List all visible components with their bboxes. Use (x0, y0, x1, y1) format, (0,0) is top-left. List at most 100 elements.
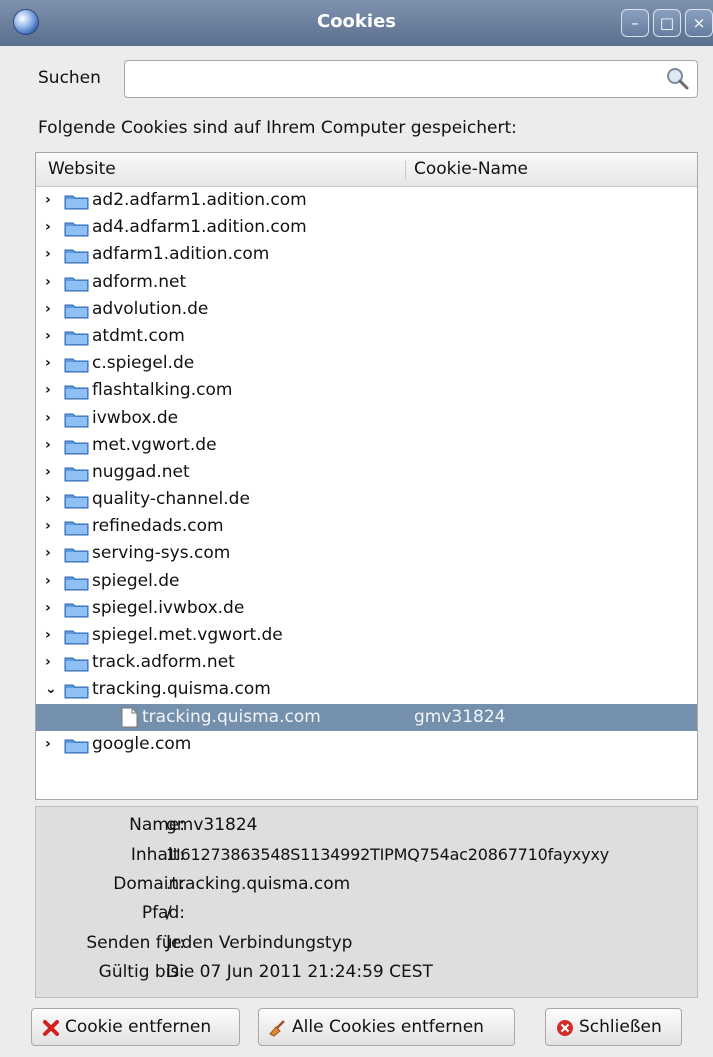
folder-icon (64, 274, 89, 292)
remove-cookie-label: Cookie entfernen (65, 1017, 212, 1037)
site-name: refinedads.com (92, 516, 224, 537)
site-name: adfarm1.adition.com (92, 244, 270, 265)
cookie-name: gmv31824 (414, 706, 506, 727)
tree-row[interactable]: › quality-channel.de (36, 486, 697, 513)
title-bar: Cookies – □ × (0, 0, 713, 46)
close-circle-icon (557, 1020, 573, 1036)
close-icon[interactable]: × (685, 9, 713, 37)
chevron-right-icon[interactable]: › (45, 513, 57, 540)
chevron-right-icon[interactable]: › (45, 187, 57, 214)
folder-icon (64, 219, 89, 237)
tree-row[interactable]: › ad2.adfarm1.adition.com (36, 187, 697, 214)
tree-row[interactable]: › met.vgwort.de (36, 432, 697, 459)
chevron-right-icon[interactable]: › (45, 405, 57, 432)
site-name: c.spiegel.de (92, 353, 195, 374)
tree-row[interactable]: › spiegel.ivwbox.de (36, 595, 697, 622)
close-button-label: Schließen (579, 1017, 662, 1037)
site-name: spiegel.ivwbox.de (92, 597, 245, 618)
chevron-right-icon[interactable]: › (45, 214, 57, 241)
chevron-down-icon[interactable]: ⌄ (45, 676, 57, 703)
tree-row[interactable]: ⌄ tracking.quisma.com (36, 676, 697, 703)
folder-icon (64, 627, 89, 645)
tree-row[interactable]: › spiegel.met.vgwort.de (36, 622, 697, 649)
chevron-right-icon[interactable]: › (45, 377, 57, 404)
site-name: met.vgwort.de (92, 434, 217, 455)
tree-row[interactable]: › advolution.de (36, 296, 697, 323)
folder-icon (64, 600, 89, 618)
window-title: Cookies (316, 11, 396, 32)
column-separator (405, 161, 406, 179)
folder-icon (64, 301, 89, 319)
detail-expires-value: Die 07 Jun 2011 21:24:59 CEST (166, 962, 433, 982)
folder-icon (64, 246, 89, 264)
cookies-caption: Folgende Cookies sind auf Ihrem Computer… (38, 118, 517, 138)
tree-row[interactable]: › spiegel.de (36, 568, 697, 595)
maximize-icon[interactable]: □ (653, 9, 681, 37)
tree-row[interactable]: › ivwbox.de (36, 405, 697, 432)
selected-cookie-row[interactable]: tracking.quisma.com gmv31824 (36, 703, 697, 731)
column-website[interactable]: Website (48, 159, 116, 179)
tree-row[interactable]: › refinedads.com (36, 513, 697, 540)
chevron-right-icon[interactable]: › (45, 731, 57, 758)
tree-row[interactable]: › adform.net (36, 269, 697, 296)
cookie-details: Name: gmv31824 Inhalt: 1I61273863548S113… (35, 806, 698, 998)
remove-all-cookies-button[interactable]: Alle Cookies entfernen (258, 1008, 515, 1046)
chevron-right-icon[interactable]: › (45, 595, 57, 622)
search-label-text: Suchen (38, 68, 101, 88)
detail-content-value: 1I61273863548S1134992TIPMQ754ac20867710f… (166, 845, 609, 864)
detail-name-value: gmv31824 (166, 815, 258, 835)
remove-cookie-button[interactable]: Cookie entfernen (31, 1008, 240, 1046)
folder-icon (64, 681, 89, 699)
site-name: track.adform.net (92, 652, 235, 673)
search-icon (667, 68, 689, 90)
cookie-tree[interactable]: Website Cookie-Name › ad2.adfarm1.adition… (35, 152, 698, 800)
tree-row[interactable]: › nuggad.net (36, 459, 697, 486)
chevron-right-icon[interactable]: › (45, 568, 57, 595)
site-name: adform.net (92, 271, 187, 292)
chevron-right-icon[interactable]: › (45, 540, 57, 567)
chevron-right-icon[interactable]: › (45, 296, 57, 323)
detail-domain-value: .tracking.quisma.com (166, 874, 351, 894)
search-input[interactable] (124, 60, 698, 98)
site-name: nuggad.net (92, 461, 190, 482)
folder-icon (64, 491, 89, 509)
site-name: ivwbox.de (92, 407, 179, 428)
site-name: spiegel.de (92, 570, 180, 591)
cookie-site: tracking.quisma.com (142, 706, 321, 727)
site-name: ad4.adfarm1.adition.com (92, 217, 307, 238)
chevron-right-icon[interactable]: › (45, 622, 57, 649)
tree-row[interactable]: › google.com (36, 731, 697, 758)
chevron-right-icon[interactable]: › (45, 459, 57, 486)
folder-icon (64, 518, 89, 536)
folder-icon (64, 573, 89, 591)
chevron-right-icon[interactable]: › (45, 649, 57, 676)
site-name: advolution.de (92, 298, 209, 319)
tree-row[interactable]: › c.spiegel.de (36, 350, 697, 377)
chevron-right-icon[interactable]: › (45, 241, 57, 268)
delete-icon (43, 1020, 59, 1036)
tree-row[interactable]: › serving-sys.com (36, 540, 697, 567)
tree-row[interactable]: › atdmt.com (36, 323, 697, 350)
folder-icon (64, 410, 89, 427)
chevron-right-icon[interactable]: › (45, 486, 57, 513)
tree-header: Website Cookie-Name (36, 153, 697, 187)
chevron-right-icon[interactable]: › (45, 350, 57, 377)
folder-icon (64, 328, 89, 346)
chevron-right-icon[interactable]: › (45, 432, 57, 459)
folder-icon (64, 464, 89, 482)
tree-row[interactable]: › flashtalking.com (36, 377, 697, 404)
chevron-right-icon[interactable]: › (45, 323, 57, 350)
column-cookie-name[interactable]: Cookie-Name (414, 159, 528, 179)
site-name: tracking.quisma.com (92, 679, 271, 700)
tree-row[interactable]: › ad4.adfarm1.adition.com (36, 214, 697, 241)
folder-icon (64, 355, 89, 373)
close-button[interactable]: Schließen (545, 1008, 682, 1046)
detail-send-value: Jeden Verbindungstyp (166, 933, 353, 953)
tree-row[interactable]: › adfarm1.adition.com (36, 241, 697, 268)
minimize-icon[interactable]: – (621, 9, 649, 37)
folder-icon (64, 545, 89, 563)
chevron-right-icon[interactable]: › (45, 269, 57, 296)
search-label: Suchen (38, 68, 101, 88)
broom-icon (269, 1020, 285, 1037)
tree-row[interactable]: › track.adform.net (36, 649, 697, 676)
